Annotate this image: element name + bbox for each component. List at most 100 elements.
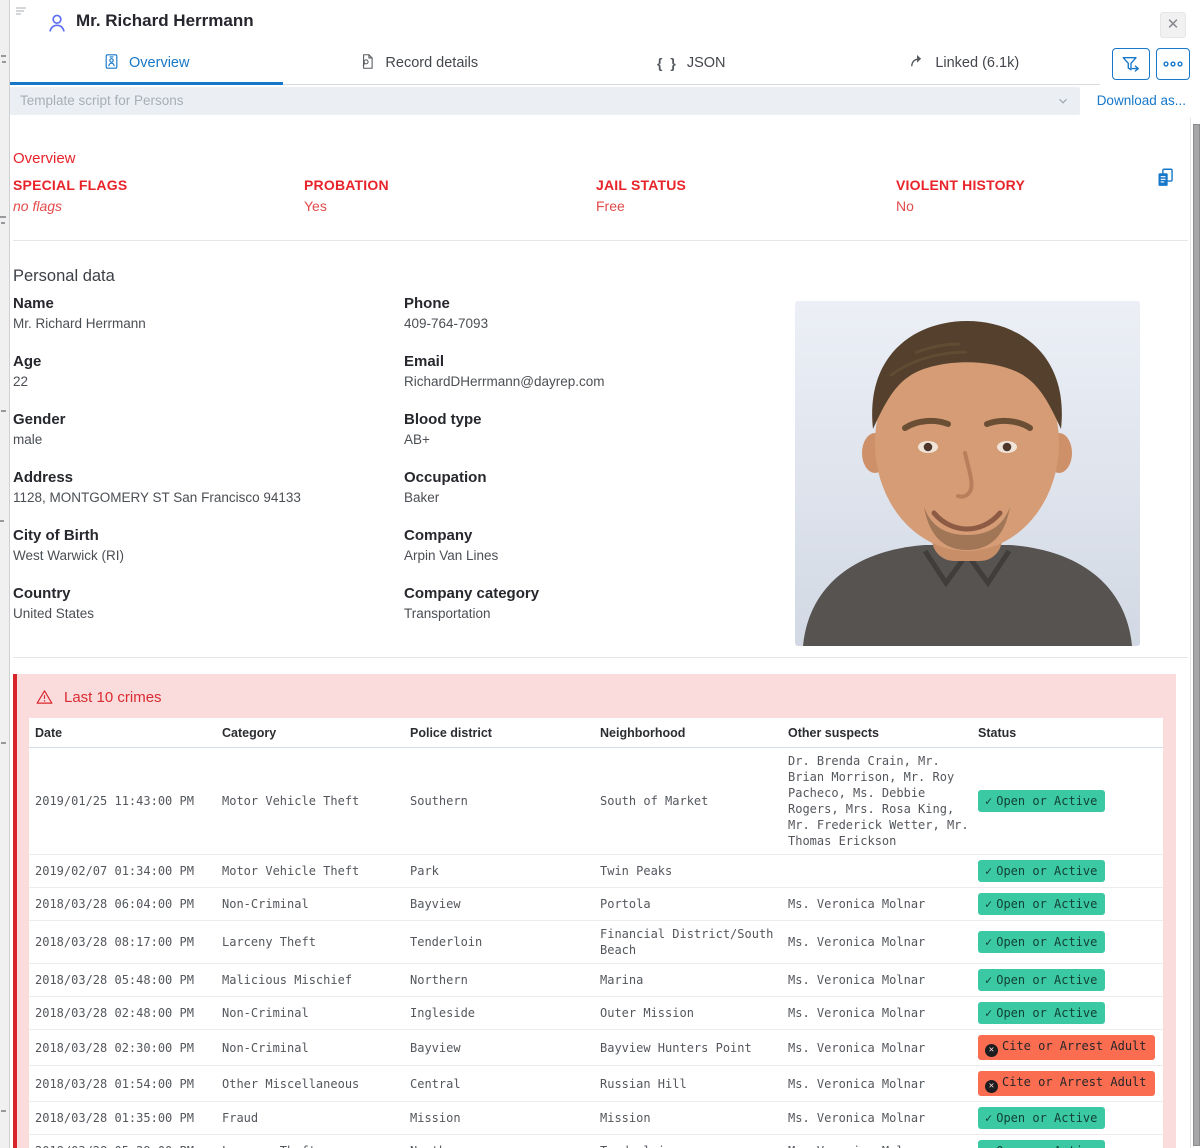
cell-other-suspects: Ms. Veronica Molnar bbox=[782, 997, 972, 1030]
crime-row: 2019/01/25 11:43:00 PMMotor Vehicle Thef… bbox=[29, 748, 1163, 855]
check-icon: ✓ bbox=[985, 935, 992, 949]
personal-data-section: Personal data NameMr. Richard HerrmannAg… bbox=[13, 267, 1188, 647]
crimes-table-header-row: DateCategoryPolice districtNeighborhoodO… bbox=[29, 718, 1163, 748]
status-badge: ✓Open or Active bbox=[978, 893, 1105, 915]
flag-label: JAIL STATUS bbox=[596, 177, 896, 193]
field-label: Occupation bbox=[404, 469, 795, 486]
flag-label: PROBATION bbox=[304, 177, 596, 193]
field-label: Email bbox=[404, 353, 795, 370]
cell-category: Malicious Mischief bbox=[216, 964, 404, 997]
share-arrow-icon bbox=[908, 52, 926, 74]
status-badge: ✕Cite or Arrest Adult bbox=[978, 1071, 1155, 1096]
tab-linked[interactable]: Linked (6.1k) bbox=[828, 42, 1101, 84]
flag-violent-history: VIOLENT HISTORYNo bbox=[896, 177, 1188, 214]
cell-status: ✕Cite or Arrest Adult bbox=[972, 1066, 1163, 1102]
cell-police-district: Northern bbox=[404, 964, 594, 997]
flag-label: VIOLENT HISTORY bbox=[896, 177, 1188, 193]
modal-header: Mr. Richard Herrmann ✕ bbox=[10, 0, 1202, 42]
cell-other-suspects: Ms. Veronica Molnar bbox=[782, 1066, 972, 1102]
flag-special-flags: SPECIAL FLAGSno flags bbox=[13, 177, 304, 214]
personal-data-heading: Personal data bbox=[13, 267, 1188, 286]
cell-date: 2018/03/28 05:48:00 PM bbox=[29, 964, 216, 997]
filter-export-button[interactable] bbox=[1112, 48, 1150, 80]
status-badge: ✓Open or Active bbox=[978, 969, 1105, 991]
field-label: City of Birth bbox=[13, 527, 404, 544]
check-icon: ✓ bbox=[985, 897, 992, 911]
cell-category: Non-Criminal bbox=[216, 997, 404, 1030]
flag-value: Free bbox=[596, 198, 896, 214]
cell-status: ✓Open or Active bbox=[972, 855, 1163, 888]
template-script-select[interactable]: Template script for Persons bbox=[10, 87, 1080, 115]
braces-icon: { } bbox=[657, 55, 678, 71]
column-header-police-district: Police district bbox=[404, 718, 594, 748]
flag-label: SPECIAL FLAGS bbox=[13, 177, 304, 193]
copy-to-clipboard-icon[interactable] bbox=[1155, 167, 1176, 194]
tab-overview[interactable]: Overview bbox=[10, 42, 283, 84]
cell-category: Larceny Theft bbox=[216, 1135, 404, 1148]
crime-row: 2018/03/28 01:54:00 PMOther Miscellaneou… bbox=[29, 1066, 1163, 1102]
person-icon bbox=[46, 12, 68, 39]
field-blood-type: Blood typeAB+ bbox=[404, 411, 795, 469]
cell-status: ✓Open or Active bbox=[972, 1102, 1163, 1135]
field-phone: Phone409-764-7093 bbox=[404, 295, 795, 353]
close-button[interactable]: ✕ bbox=[1160, 12, 1186, 38]
download-as-link[interactable]: Download as... bbox=[1097, 93, 1186, 108]
personal-col-left: NameMr. Richard HerrmannAge22GendermaleA… bbox=[13, 295, 404, 643]
check-icon: ✓ bbox=[985, 1144, 992, 1148]
cell-date: 2019/02/07 01:34:00 PM bbox=[29, 855, 216, 888]
circle-x-icon: ✕ bbox=[985, 1080, 998, 1093]
cell-status: ✓Open or Active bbox=[972, 888, 1163, 921]
flag-value: Yes bbox=[304, 198, 596, 214]
page-title: Mr. Richard Herrmann bbox=[76, 11, 254, 31]
cell-category: Non-Criminal bbox=[216, 888, 404, 921]
cell-category: Larceny Theft bbox=[216, 921, 404, 964]
crime-row: 2018/03/28 02:30:00 PMNon-CriminalBayvie… bbox=[29, 1030, 1163, 1066]
tab-label: Overview bbox=[129, 55, 189, 71]
field-label: Company bbox=[404, 527, 795, 544]
crime-row: 2018/03/28 01:35:00 PMFraudMissionMissio… bbox=[29, 1102, 1163, 1135]
crimes-heading-label: Last 10 crimes bbox=[64, 689, 162, 706]
field-value: Baker bbox=[404, 490, 795, 505]
crimes-panel: Last 10 crimes DateCategoryPolice distri… bbox=[13, 674, 1176, 1148]
crime-row: 2018/03/28 06:04:00 PMNon-CriminalBayvie… bbox=[29, 888, 1163, 921]
crime-row: 2018/03/28 05:48:00 PMMalicious Mischief… bbox=[29, 964, 1163, 997]
personal-col-right: Phone409-764-7093EmailRichardDHerrmann@d… bbox=[404, 295, 795, 643]
cell-date: 2018/03/28 02:30:00 PM bbox=[29, 1030, 216, 1066]
cell-status: ✓Open or Active bbox=[972, 921, 1163, 964]
field-label: Company category bbox=[404, 585, 795, 602]
check-icon: ✓ bbox=[985, 1111, 992, 1125]
overview-section-heading: Overview bbox=[13, 150, 1188, 167]
cell-date: 2018/03/28 05:29:00 PM bbox=[29, 1135, 216, 1148]
column-header-category: Category bbox=[216, 718, 404, 748]
crime-row: 2018/03/28 08:17:00 PMLarceny TheftTende… bbox=[29, 921, 1163, 964]
record-modal: Mr. Richard Herrmann ✕ Overview bbox=[10, 0, 1202, 1148]
cell-neighborhood: Outer Mission bbox=[594, 997, 782, 1030]
tab-record-details[interactable]: Record details bbox=[283, 42, 556, 84]
scrollbar-thumb[interactable] bbox=[1193, 124, 1200, 1146]
divider bbox=[13, 657, 1188, 658]
cell-police-district: Bayview bbox=[404, 888, 594, 921]
column-header-neighborhood: Neighborhood bbox=[594, 718, 782, 748]
cell-neighborhood: Bayview Hunters Point bbox=[594, 1030, 782, 1066]
cell-neighborhood: Portola bbox=[594, 888, 782, 921]
toolbar: Template script for Persons Download as.… bbox=[10, 87, 1202, 117]
cell-date: 2018/03/28 06:04:00 PM bbox=[29, 888, 216, 921]
field-label: Address bbox=[13, 469, 404, 486]
field-age: Age22 bbox=[13, 353, 404, 411]
status-badge: ✓Open or Active bbox=[978, 1140, 1105, 1148]
tab-json[interactable]: { } JSON bbox=[555, 42, 828, 84]
cell-police-district: Tenderloin bbox=[404, 921, 594, 964]
cell-police-district: Mission bbox=[404, 1102, 594, 1135]
document-search-icon bbox=[359, 53, 376, 74]
more-options-button[interactable] bbox=[1156, 48, 1190, 80]
background-page-fragment bbox=[0, 0, 10, 1148]
scrollbar-track[interactable] bbox=[1190, 118, 1202, 1148]
field-label: Age bbox=[13, 353, 404, 370]
field-value: West Warwick (RI) bbox=[13, 548, 404, 563]
field-value: Mr. Richard Herrmann bbox=[13, 316, 404, 331]
tab-label: Record details bbox=[385, 55, 478, 71]
cell-other-suspects: Ms. Veronica Molnar bbox=[782, 888, 972, 921]
drag-grip-icon bbox=[15, 5, 29, 23]
field-value: AB+ bbox=[404, 432, 795, 447]
field-gender: Gendermale bbox=[13, 411, 404, 469]
